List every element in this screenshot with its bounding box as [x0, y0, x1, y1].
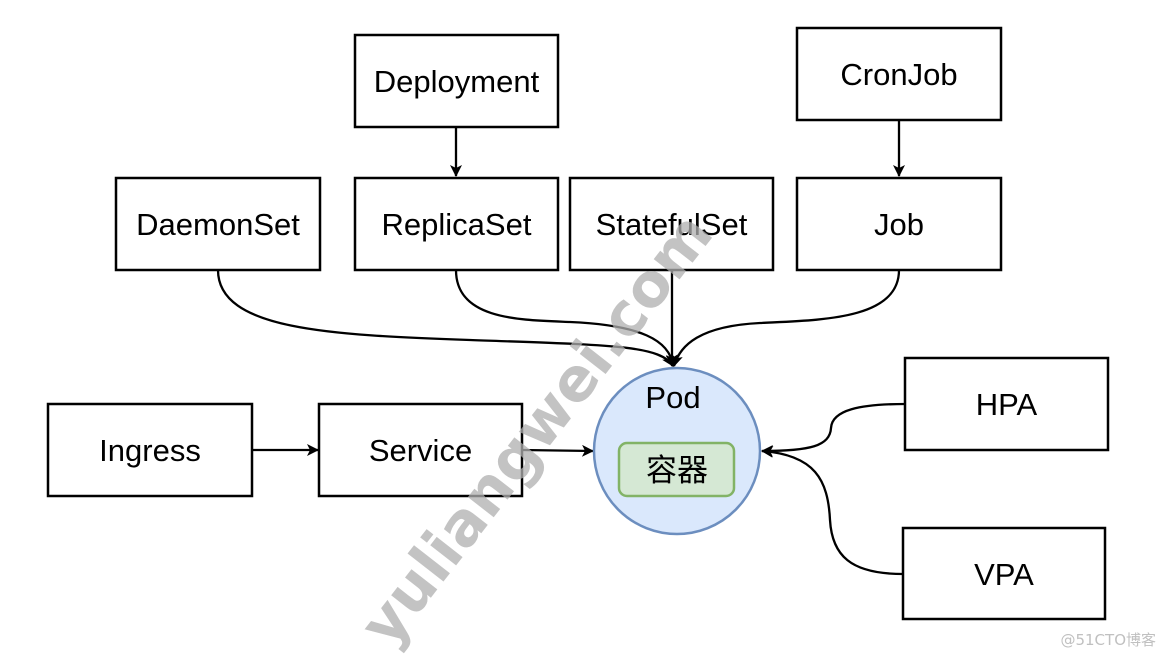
node-label: HPA — [976, 387, 1038, 422]
source-credit: @51CTO博客 — [1060, 631, 1156, 649]
kubernetes-workload-diagram: Deployment CronJob DaemonSet ReplicaSet … — [46, 26, 1110, 658]
edge-job-pod — [671, 269, 901, 367]
node-label: CronJob — [840, 57, 957, 92]
edge-vpa-pod — [761, 445, 904, 576]
node-daemonset[interactable]: DaemonSet — [114, 176, 322, 272]
node-ingress[interactable]: Ingress — [46, 402, 254, 498]
node-label: ReplicaSet — [382, 207, 532, 242]
node-label: DaemonSet — [136, 207, 300, 242]
node-label: Service — [369, 433, 472, 468]
edge-hpa-pod — [761, 402, 906, 457]
node-cronjob[interactable]: CronJob — [795, 26, 1003, 122]
node-label: VPA — [974, 557, 1034, 592]
node-deployment[interactable]: Deployment — [353, 33, 560, 129]
node-pod[interactable]: Pod 容器 — [592, 366, 762, 536]
node-label: Deployment — [374, 64, 540, 99]
node-label: Ingress — [99, 433, 201, 468]
node-hpa[interactable]: HPA — [903, 356, 1110, 452]
container-label: 容器 — [646, 453, 708, 489]
pod-label: Pod — [645, 380, 700, 415]
node-job[interactable]: Job — [795, 176, 1003, 272]
node-label: Job — [874, 207, 924, 242]
node-vpa[interactable]: VPA — [901, 526, 1107, 621]
node-replicaset[interactable]: ReplicaSet — [353, 176, 560, 272]
